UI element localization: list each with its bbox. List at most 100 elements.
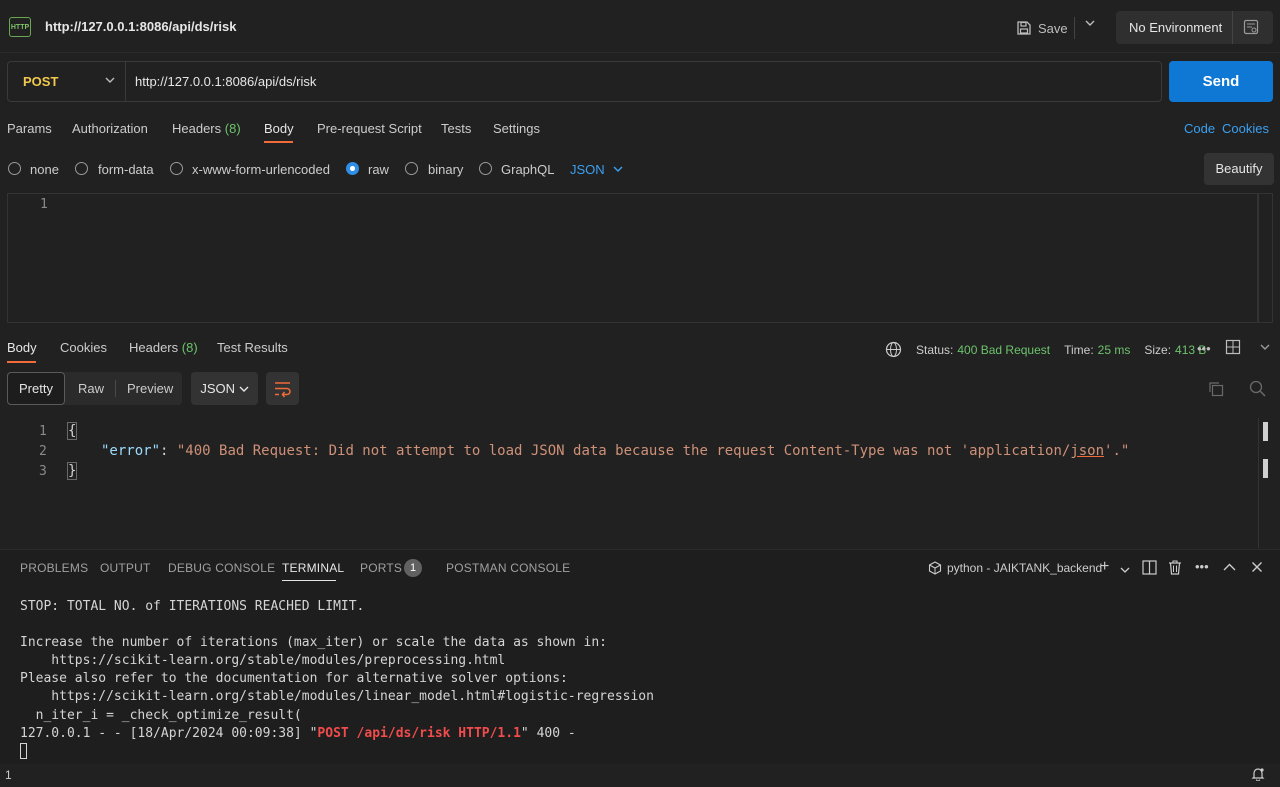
radio-urlencoded-label[interactable]: x-www-form-urlencoded	[192, 162, 330, 177]
terminal-cursor[interactable]	[20, 743, 27, 759]
trash-icon[interactable]	[1168, 560, 1182, 578]
tab-pre-request-script[interactable]: Pre-request Script	[317, 121, 422, 136]
response-tab-cookies[interactable]: Cookies	[60, 340, 107, 355]
status-bar-text: 1	[5, 768, 12, 782]
notifications-bell-icon[interactable]	[1251, 767, 1265, 784]
response-json-line: "error": "400 Bad Request: Did not attem…	[101, 443, 1129, 459]
environment-quick-look-icon[interactable]	[1243, 19, 1259, 35]
active-tab-indicator	[282, 580, 336, 581]
panel-tab-ports[interactable]: PORTS	[360, 561, 402, 575]
time-value[interactable]: 25 ms	[1098, 343, 1131, 357]
chevron-down-icon[interactable]	[104, 74, 116, 89]
panel-tab-output[interactable]: OUTPUT	[100, 561, 151, 575]
save-label: Save	[1038, 20, 1068, 36]
radio-raw-label[interactable]: raw	[368, 162, 389, 177]
beautify-button[interactable]: Beautify	[1204, 153, 1274, 185]
save-button[interactable]: Save	[1016, 17, 1068, 39]
response-tab-headers-count: (8)	[181, 340, 198, 355]
chevron-down-icon[interactable]	[1120, 563, 1130, 578]
terminal-line: https://scikit-learn.org/stable/modules/…	[20, 689, 654, 704]
view-pretty-button[interactable]: Pretty	[7, 372, 65, 405]
panel-tab-debug-console[interactable]: DEBUG CONSOLE	[168, 561, 275, 575]
more-actions-icon[interactable]: •••	[1195, 559, 1209, 574]
layout-toggle-icon[interactable]	[1225, 339, 1241, 358]
wrap-lines-button[interactable]	[266, 372, 299, 405]
radio-graphql[interactable]	[479, 162, 492, 175]
environment-label[interactable]: No Environment	[1129, 20, 1222, 35]
log-suffix: " 400 -	[520, 726, 576, 741]
response-tab-headers[interactable]: Headers (8)	[129, 340, 198, 355]
scrollbar-thumb[interactable]	[1263, 422, 1268, 441]
tab-authorization[interactable]: Authorization	[72, 121, 148, 136]
json-key: "error"	[101, 443, 161, 459]
active-tab-indicator	[7, 361, 36, 363]
chevron-down-icon[interactable]	[1084, 17, 1096, 32]
scrollbar-thumb[interactable]	[1263, 459, 1268, 478]
view-raw-button[interactable]: Raw	[78, 381, 104, 396]
panel-tab-terminal[interactable]: TERMINAL	[282, 561, 344, 575]
radio-binary[interactable]	[405, 162, 418, 175]
status-bar	[0, 764, 1280, 787]
open-brace: {	[66, 422, 78, 440]
tab-headers-count: (8)	[224, 121, 241, 136]
url-input[interactable]: http://127.0.0.1:8086/api/ds/risk	[135, 74, 316, 89]
line-number: 1	[40, 197, 48, 212]
tab-params[interactable]: Params	[7, 121, 52, 136]
tab-tests[interactable]: Tests	[441, 121, 471, 136]
divider	[1074, 17, 1075, 39]
request-body-editor[interactable]	[7, 193, 1258, 323]
radio-form-data[interactable]	[75, 162, 88, 175]
cookies-link[interactable]: Cookies	[1222, 121, 1269, 136]
divider	[125, 62, 126, 101]
send-button[interactable]: Send	[1169, 61, 1273, 102]
panel-tab-problems[interactable]: PROBLEMS	[20, 561, 88, 575]
request-title[interactable]: http://127.0.0.1:8086/api/ds/risk	[45, 19, 236, 34]
radio-form-data-label[interactable]: form-data	[98, 162, 154, 177]
terminal-shell-icon	[928, 561, 942, 575]
panel-tab-postman-console[interactable]: POSTMAN CONSOLE	[446, 561, 570, 575]
search-icon[interactable]	[1249, 380, 1266, 400]
copy-icon[interactable]	[1208, 381, 1224, 400]
chevron-down-icon[interactable]	[1259, 341, 1271, 356]
radio-graphql-label[interactable]: GraphQL	[501, 162, 554, 177]
radio-raw[interactable]	[346, 162, 359, 175]
code-link[interactable]: Code	[1184, 121, 1215, 136]
tab-headers[interactable]: Headers (8)	[172, 121, 241, 136]
terminal-line: Please also refer to the documentation f…	[20, 671, 568, 686]
globe-icon[interactable]	[885, 341, 902, 358]
tab-body[interactable]: Body	[264, 121, 294, 136]
response-tab-test-results[interactable]: Test Results	[217, 340, 288, 355]
chevron-down-icon	[613, 166, 623, 172]
tab-headers-label: Headers	[172, 121, 222, 136]
json-colon: :	[160, 443, 177, 459]
size-label: Size:	[1144, 342, 1172, 357]
editor-scrollbar[interactable]	[1258, 193, 1273, 323]
response-tab-body[interactable]: Body	[7, 340, 37, 355]
chevron-down-icon	[239, 386, 249, 392]
json-string-end: '."	[1104, 443, 1130, 459]
terminal-selector[interactable]: python - JAIKTANK_backend	[928, 561, 1102, 575]
radio-urlencoded[interactable]	[170, 162, 183, 175]
more-options-icon[interactable]: •••	[1197, 341, 1211, 356]
terminal-log-line: 127.0.0.1 - - [18/Apr/2024 00:09:38] "PO…	[20, 726, 576, 741]
view-preview-button[interactable]: Preview	[127, 381, 173, 396]
status-value[interactable]: 400 Bad Request	[957, 343, 1050, 357]
maximize-panel-icon[interactable]	[1223, 561, 1236, 576]
ports-count-badge: 1	[404, 559, 422, 577]
tab-settings[interactable]: Settings	[493, 121, 540, 136]
raw-format-select[interactable]: JSON	[570, 162, 624, 177]
split-terminal-icon[interactable]	[1142, 560, 1157, 578]
save-icon	[1017, 21, 1031, 35]
wrap-lines-icon	[275, 382, 291, 398]
close-panel-icon[interactable]	[1251, 561, 1263, 576]
time-label: Time:	[1064, 342, 1094, 357]
status-label: Status:	[916, 342, 954, 357]
radio-none-label[interactable]: none	[30, 162, 59, 177]
close-brace: }	[66, 462, 78, 480]
radio-none[interactable]	[8, 162, 21, 175]
response-format-select[interactable]: JSON	[191, 372, 258, 405]
new-terminal-icon[interactable]: +	[1100, 558, 1109, 576]
method-select[interactable]: POST	[23, 74, 58, 89]
radio-binary-label[interactable]: binary	[428, 162, 463, 177]
response-format-label: JSON	[200, 381, 236, 396]
